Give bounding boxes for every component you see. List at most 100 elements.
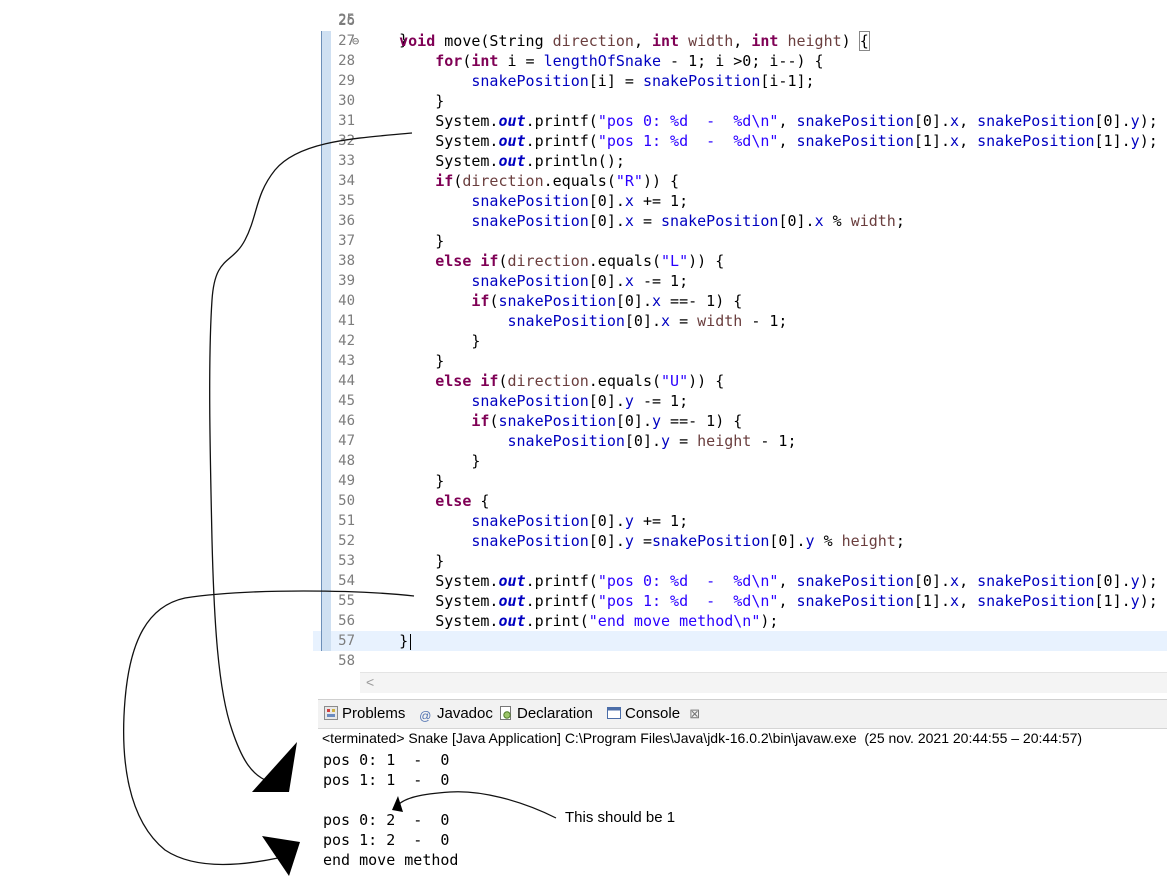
editor-line: 49 } (313, 471, 1167, 491)
tab-declaration[interactable]: Declaration (499, 705, 593, 725)
console-icon (607, 706, 621, 720)
line-number: 58 (338, 653, 355, 669)
tab-problems[interactable]: Problems (324, 705, 405, 725)
editor-line: 44 else if(direction.equals("U")) { (313, 371, 1167, 391)
code-text: for(int i = lengthOfSnake - 1; i >0; i--… (435, 52, 824, 70)
line-number: 46 (338, 413, 355, 429)
close-tab-icon[interactable]: ⊠ (689, 706, 700, 721)
line-number: 33 (338, 153, 355, 169)
code-text: System.out.printf("pos 0: %d - %d\n", sn… (363, 572, 1158, 590)
code-text: void move(String direction, int width, i… (399, 31, 870, 51)
editor-line: 42 } (313, 331, 1167, 351)
code-text: if(direction.equals("R")) { (435, 172, 680, 190)
console-output[interactable]: pos 0: 1 - 0 pos 1: 1 - 0 pos 0: 2 - 0 pos … (323, 750, 458, 870)
editor-line: 41 snakePosition[0].x = width - 1; (313, 311, 1167, 331)
code-text: snakePosition[0].x += 1; (471, 192, 689, 210)
editor-line: 46 if(snakePosition[0].y ==- 1) { (313, 411, 1167, 431)
declaration-icon (499, 706, 513, 720)
line-number: 40 (338, 293, 355, 309)
line-number: 37 (338, 233, 355, 249)
editor-line: 52 snakePosition[0].y =snakePosition[0].… (313, 531, 1167, 551)
code-text: snakePosition[i] = snakePosition[i-1]; (471, 72, 815, 90)
editor-line-partial: 25 } (313, 0, 1167, 49)
code-text: snakePosition[0].y += 1; (471, 512, 689, 530)
editor-line: 51 snakePosition[0].y += 1; (313, 511, 1167, 531)
console-output-line: pos 0: 2 - 0 (323, 811, 450, 829)
code-text: } (363, 631, 412, 651)
line-number: 43 (338, 353, 355, 369)
line-number: 52 (338, 533, 355, 549)
code-text: } (363, 472, 445, 490)
editor-line: 37 } (313, 231, 1167, 251)
console-output-line: pos 0: 1 - 0 (323, 751, 450, 769)
code-text: snakePosition[0].x -= 1; (471, 272, 689, 290)
line-number: 36 (338, 213, 355, 229)
tab-console[interactable]: Console ⊠ (607, 705, 700, 725)
code-text: } (363, 332, 481, 350)
line-number: 56 (338, 613, 355, 629)
code-text: else if(direction.equals("L")) { (435, 252, 725, 270)
code-text: System.out.println(); (363, 152, 625, 170)
editor-line: 40 if(snakePosition[0].x ==- 1) { (313, 291, 1167, 311)
problems-icon (324, 706, 338, 720)
editor-line: 55 System.out.printf("pos 1: %d - %d\n",… (313, 591, 1167, 611)
editor-line: 54 System.out.printf("pos 0: %d - %d\n",… (313, 571, 1167, 591)
console-output-line: pos 1: 1 - 0 (323, 771, 450, 789)
line-number: 35 (338, 193, 355, 209)
editor-line: 57 } (313, 631, 1167, 651)
code-text: if(snakePosition[0].y ==- 1) { (471, 412, 743, 430)
code-text: } (363, 452, 481, 470)
annotation-canvas (0, 0, 313, 881)
line-number: 26 (338, 13, 355, 29)
line-number: 47 (338, 433, 355, 449)
editor-line: 39 snakePosition[0].x -= 1; (313, 271, 1167, 291)
editor-line: 38 else if(direction.equals("L")) { (313, 251, 1167, 271)
fold-toggle-icon[interactable]: ⊖ (352, 31, 359, 51)
line-number: 41 (338, 313, 355, 329)
line-number: 42 (338, 333, 355, 349)
text-cursor (410, 633, 412, 650)
line-number: 53 (338, 553, 355, 569)
annotation-note: This should be 1 (565, 809, 676, 826)
code-text: } (363, 92, 445, 110)
javadoc-icon: @ (419, 709, 432, 723)
line-number: 44 (338, 373, 355, 389)
line-number: 45 (338, 393, 355, 409)
scroll-left-icon[interactable]: < (366, 674, 374, 690)
code-text: snakePosition[0].x = snakePosition[0].x … (471, 212, 905, 230)
editor-line: 26 (313, 11, 1167, 31)
editor-line: 45 snakePosition[0].y -= 1; (313, 391, 1167, 411)
view-tab-bar: Problems @ Javadoc Declaration Console ⊠ (318, 700, 1167, 729)
editor-line: 35 snakePosition[0].x += 1; (313, 191, 1167, 211)
line-number: 55 (338, 593, 355, 609)
line-number: 54 (338, 573, 355, 589)
editor-line: 30 } (313, 91, 1167, 111)
code-text: snakePosition[0].y =snakePosition[0].y %… (471, 532, 905, 550)
editor-line: 56 System.out.print("end move method\n")… (313, 611, 1167, 631)
editor-line: 33 System.out.println(); (313, 151, 1167, 171)
editor-horizontal-scrollbar[interactable]: < (360, 672, 1167, 693)
line-number: 50 (338, 493, 355, 509)
console-output-line: pos 1: 2 - 0 (323, 831, 450, 849)
code-text: } (363, 552, 445, 570)
line-number: 39 (338, 273, 355, 289)
editor-line: 47 snakePosition[0].y = height - 1; (313, 431, 1167, 451)
code-text: snakePosition[0].y = height - 1; (507, 432, 797, 450)
code-text: else { (435, 492, 490, 510)
line-number: 38 (338, 253, 355, 269)
code-text: else if(direction.equals("U")) { (435, 372, 725, 390)
tab-javadoc[interactable]: @ Javadoc (419, 705, 493, 725)
code-text: if(snakePosition[0].x ==- 1) { (471, 292, 743, 310)
editor-line: 27 ⊖ void move(String direction, int widt… (313, 31, 1167, 51)
code-editor[interactable]: 25 } 26 27 ⊖ void move(String direction, i… (313, 0, 1167, 693)
editor-line: 34 if(direction.equals("R")) { (313, 171, 1167, 191)
editor-line: 36 snakePosition[0].x = snakePosition[0]… (313, 211, 1167, 231)
code-text: System.out.printf("pos 0: %d - %d\n", sn… (363, 112, 1158, 130)
editor-line: 29 snakePosition[i] = snakePosition[i-1]… (313, 71, 1167, 91)
code-text: } (363, 232, 445, 250)
line-number: 34 (338, 173, 355, 189)
line-number: 48 (338, 453, 355, 469)
line-number: 51 (338, 513, 355, 529)
editor-line: 50 else { (313, 491, 1167, 511)
